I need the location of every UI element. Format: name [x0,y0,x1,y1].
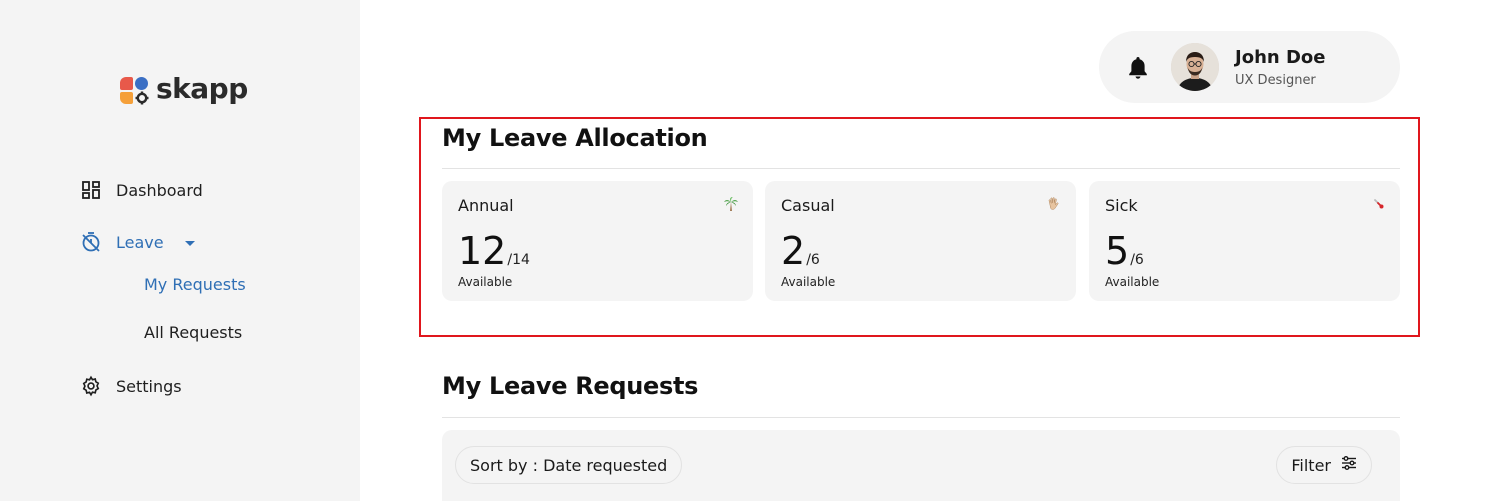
leave-available-label: Available [781,275,836,289]
sidebar-item-leave[interactable]: Leave [80,228,196,256]
sidebar-item-label: Settings [116,376,182,396]
leave-total-count: /6 [1130,252,1144,268]
divider [442,417,1400,418]
user-name: John Doe [1235,47,1326,68]
gear-icon [80,375,102,397]
palm-tree-icon [723,196,739,212]
avatar[interactable] [1171,43,1219,91]
thermometer-icon [1370,196,1386,212]
sidebar-subitem-my-requests[interactable]: My Requests [144,275,246,294]
leave-type-name: Sick [1105,196,1138,215]
allocation-title: My Leave Allocation [442,124,708,152]
leave-available-label: Available [1105,275,1160,289]
logo-text: skapp [156,72,248,105]
sidebar-item-label: Dashboard [116,180,203,200]
leave-card-sick[interactable]: Sick 5 /6 Available [1089,181,1400,301]
requests-table-panel: Sort by : Date requested Filter [442,430,1400,501]
user-profile-card[interactable]: John Doe UX Designer [1099,31,1400,103]
waving-hand-icon [1046,196,1062,212]
sidebar-item-settings[interactable]: Settings [80,372,182,400]
leave-type-name: Casual [781,196,835,215]
leave-card-annual[interactable]: Annual 12 /14 Available [442,181,753,301]
sidebar-subitem-all-requests[interactable]: All Requests [144,323,242,342]
sort-dropdown[interactable]: Sort by : Date requested [455,446,683,484]
leave-balance: 12 /14 [458,231,530,271]
leave-available-label: Available [458,275,513,289]
sidebar-item-dashboard[interactable]: Dashboard [80,176,203,204]
leave-balance: 2 /6 [781,231,820,271]
leave-balance: 5 /6 [1105,231,1144,271]
chevron-down-icon[interactable] [184,233,196,252]
leave-type-name: Annual [458,196,514,215]
leave-total-count: /14 [507,252,530,268]
leave-total-count: /6 [806,252,820,268]
sliders-icon [1341,455,1357,475]
timer-off-icon [80,231,102,253]
leave-available-count: 2 [781,229,806,273]
requests-title: My Leave Requests [442,372,699,400]
allocation-cards: Annual 12 /14 Available Casual 2 /6 Avai… [442,181,1400,301]
dashboard-icon [80,179,102,201]
app-root: skapp Dashboard Leave My Requests All Re… [0,0,1512,501]
divider [442,168,1400,169]
sidebar: skapp Dashboard Leave My Requests All Re… [0,0,360,501]
filter-button[interactable]: Filter [1276,446,1372,484]
leave-available-count: 12 [458,229,507,273]
logo[interactable]: skapp [120,72,248,105]
logo-mark-icon [120,74,150,104]
user-role: UX Designer [1235,73,1316,88]
filter-label: Filter [1291,455,1331,475]
leave-available-count: 5 [1105,229,1130,273]
leave-card-casual[interactable]: Casual 2 /6 Available [765,181,1076,301]
sidebar-item-label: Leave [116,232,164,252]
bell-icon[interactable] [1126,55,1150,81]
